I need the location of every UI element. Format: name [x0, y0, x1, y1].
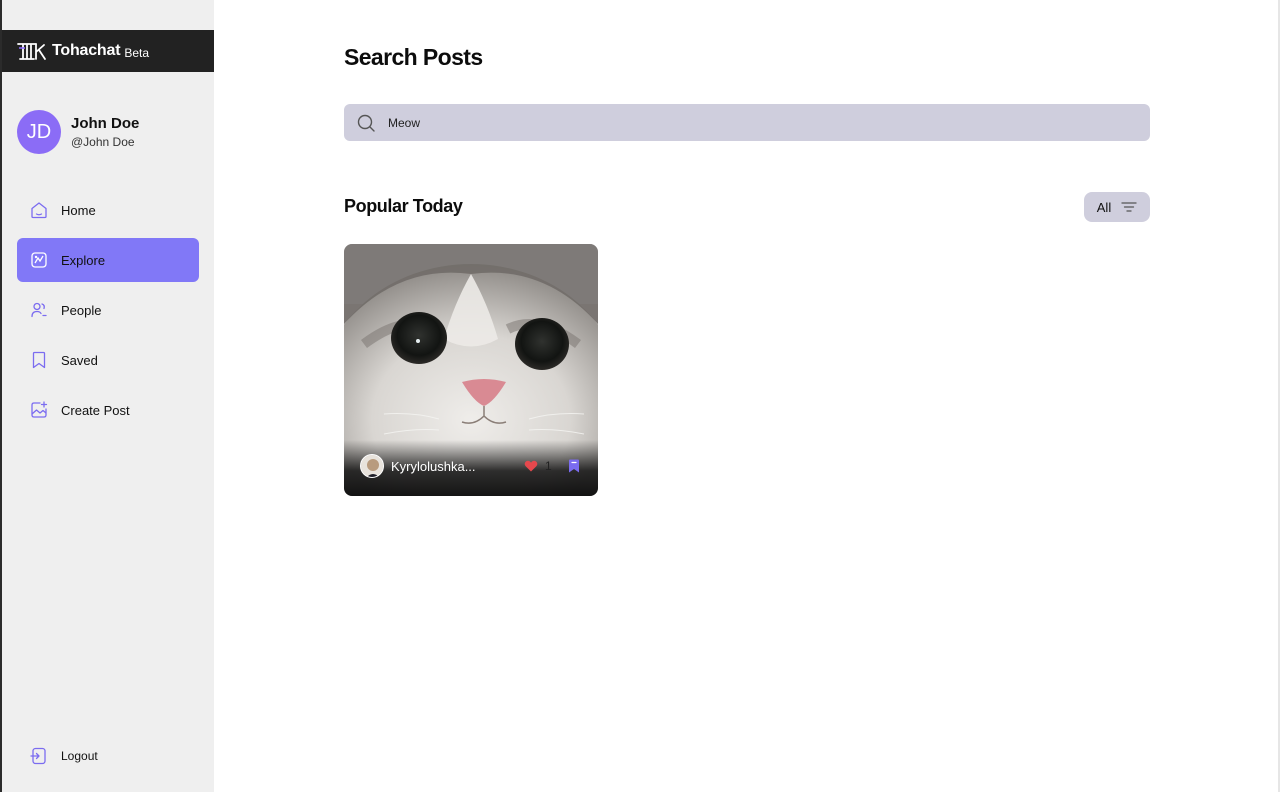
filter-label: All	[1096, 199, 1112, 215]
bookmark-icon	[29, 350, 49, 370]
sidebar: Tohachat Beta JD John Doe @John Doe Home	[2, 0, 214, 792]
post-author[interactable]: Kyrylolushka...	[360, 454, 476, 478]
sidebar-item-explore[interactable]: Explore	[17, 238, 199, 282]
sidebar-item-label: Home	[61, 202, 96, 218]
sidebar-item-label: People	[61, 302, 102, 318]
filter-icon	[1121, 202, 1137, 212]
avatar[interactable]: JD	[17, 110, 61, 154]
people-icon	[29, 300, 49, 320]
sidebar-item-label: Explore	[61, 252, 106, 268]
user-profile[interactable]: JD John Doe @John Doe	[17, 110, 139, 154]
logout-button[interactable]: Logout	[17, 734, 199, 778]
search-bar[interactable]	[344, 104, 1150, 141]
main-content: Search Posts Popular Today All	[214, 0, 1278, 792]
explore-icon	[29, 250, 49, 270]
create-post-icon	[29, 400, 49, 420]
brand-badge: Beta	[124, 45, 150, 60]
profile-name: John Doe	[71, 115, 140, 132]
heart-icon[interactable]	[524, 460, 538, 472]
search-input[interactable]	[388, 115, 988, 130]
tohachat-logo-icon	[17, 43, 46, 60]
sidebar-item-people[interactable]: People	[17, 288, 199, 332]
profile-text: John Doe @John Doe	[71, 115, 139, 149]
logout-label: Logout	[61, 749, 98, 763]
page-title: Search Posts	[344, 44, 483, 70]
sidebar-nav: Home Explore People Saved Create Post	[17, 188, 199, 438]
save-button[interactable]	[568, 459, 580, 478]
author-avatar[interactable]	[360, 454, 384, 478]
sidebar-item-label: Create Post	[61, 402, 130, 418]
sidebar-item-saved[interactable]: Saved	[17, 338, 199, 382]
sidebar-item-home[interactable]: Home	[17, 188, 199, 232]
brand-bar[interactable]: Tohachat Beta	[2, 30, 214, 72]
sidebar-top-spacer	[2, 0, 214, 30]
sidebar-item-label: Saved	[61, 352, 98, 368]
like-count: 1	[545, 459, 552, 473]
logout-icon	[29, 746, 49, 766]
section-title: Popular Today	[344, 196, 463, 216]
brand-name: Tohachat	[52, 42, 121, 59]
search-icon[interactable]	[356, 113, 376, 133]
filter-button[interactable]: All	[1084, 192, 1150, 222]
bookmark-filled-icon	[569, 459, 579, 473]
sidebar-item-create-post[interactable]: Create Post	[17, 388, 199, 432]
post-likes[interactable]: 1	[524, 459, 552, 473]
app-window: Tohachat Beta JD John Doe @John Doe Home	[0, 0, 1280, 792]
author-username[interactable]: Kyrylolushka...	[391, 459, 476, 474]
post-card[interactable]: Kyrylolushka... 1	[344, 244, 598, 496]
home-icon	[29, 200, 49, 220]
profile-handle: @John Doe	[71, 135, 135, 149]
